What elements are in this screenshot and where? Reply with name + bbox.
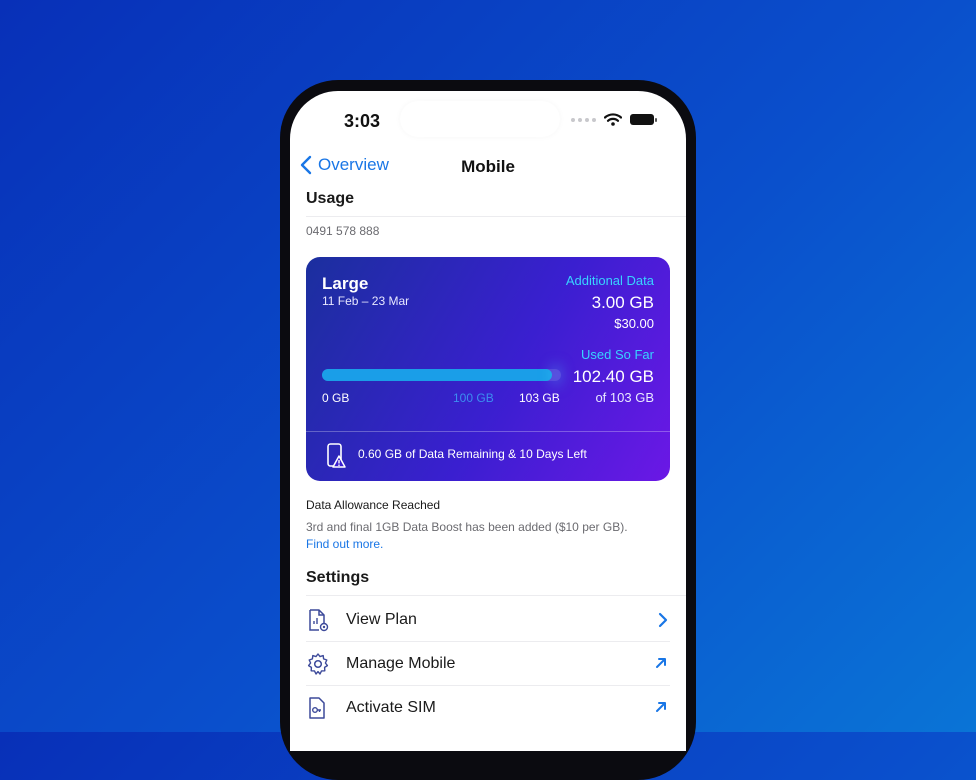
used-of-total: of 103 GB	[595, 390, 654, 405]
phone-number: 0491 578 888	[306, 224, 380, 238]
additional-data-amount: 3.00 GB	[591, 293, 654, 312]
usage-bar-allowance	[322, 369, 553, 381]
used-label: Used So Far	[581, 347, 654, 362]
notice-body: 3rd and final 1GB Data Boost has been ad…	[306, 520, 628, 534]
plan-dates: 11 Feb – 23 Mar	[322, 294, 410, 308]
signal-icon	[571, 117, 596, 122]
settings-section-title: Settings	[306, 569, 370, 586]
external-arrow-icon	[656, 658, 666, 668]
battery-icon	[630, 114, 657, 125]
card-divider	[306, 431, 670, 432]
navigation-bar: Overview Mobile	[290, 155, 686, 179]
status-time: 3:03	[344, 111, 381, 131]
gear-icon	[307, 653, 329, 675]
dynamic-island	[400, 101, 560, 137]
manage-mobile-label: Manage Mobile	[346, 655, 456, 672]
phone-warning-icon	[327, 443, 346, 468]
sim-key-icon	[309, 697, 325, 719]
page-title: Mobile	[461, 157, 515, 176]
usage-section-title: Usage	[306, 190, 355, 207]
activate-sim-label: Activate SIM	[346, 699, 436, 716]
find-out-more-link[interactable]: Find out more.	[306, 537, 383, 551]
app-screen: 3:03 Overview Mobile Usage 0491 578 888 …	[290, 91, 686, 751]
wifi-icon	[604, 113, 622, 126]
document-chart-icon	[309, 609, 329, 632]
external-arrow-icon	[656, 702, 666, 712]
view-plan-row[interactable]: View Plan	[306, 598, 670, 642]
notice-title: Data Allowance Reached	[306, 498, 441, 512]
chevron-right-icon	[658, 612, 668, 628]
remaining-text: 0.60 GB of Data Remaining & 10 Days Left	[358, 447, 587, 461]
used-amount: 102.40 GB	[572, 367, 654, 386]
divider	[306, 216, 686, 217]
tick-allowance: 100 GB	[453, 391, 494, 405]
divider	[306, 595, 686, 596]
additional-data-label: Additional Data	[565, 273, 654, 288]
manage-mobile-row[interactable]: Manage Mobile	[306, 642, 670, 686]
tick-start: 0 GB	[322, 391, 350, 405]
tick-max: 103 GB	[519, 391, 560, 405]
usage-card: Large 11 Feb – 23 Mar Additional Data 3.…	[306, 257, 670, 481]
activate-sim-row[interactable]: Activate SIM	[306, 686, 670, 730]
view-plan-label: View Plan	[346, 611, 417, 628]
additional-data-price: $30.00	[614, 316, 654, 331]
status-indicators	[571, 113, 657, 126]
plan-name: Large	[322, 274, 369, 293]
